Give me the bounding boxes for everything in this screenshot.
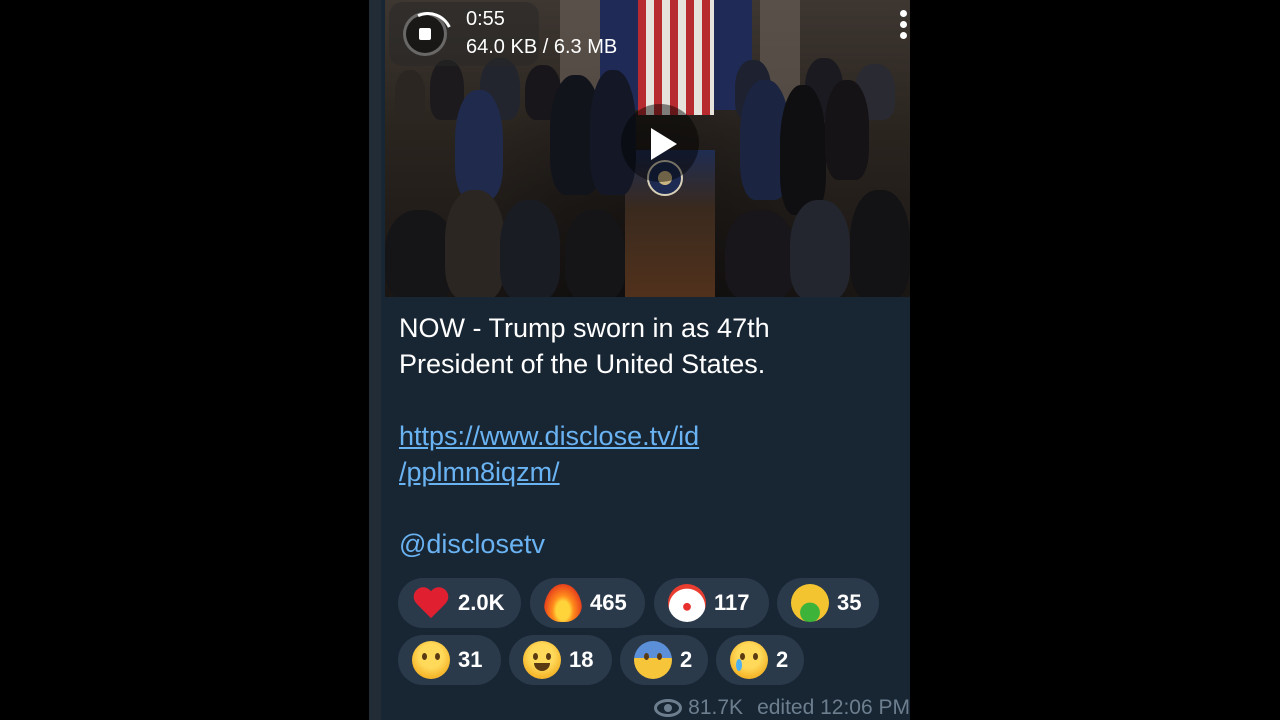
channel-mention[interactable]: @disclosetv [399, 526, 899, 562]
message-caption: NOW - Trump sworn in as 47th President o… [399, 310, 899, 562]
reaction-count: 117 [714, 590, 750, 615]
reaction-screaming[interactable]: 2 [620, 635, 708, 685]
message-meta: 81.7K edited 12:06 PM [654, 696, 910, 720]
article-link[interactable]: /pplmn8iqzm/ [399, 454, 899, 490]
reaction-fire[interactable]: 465 [530, 578, 645, 628]
fire-icon [544, 584, 582, 622]
stop-download-icon[interactable] [403, 12, 447, 56]
caption-text: NOW - Trump sworn in as 47th [399, 313, 770, 343]
message-bubble[interactable]: 0:55 64.0 KB / 6.3 MB NOW - Trump sworn … [381, 0, 910, 720]
chat-background-edge [369, 0, 381, 720]
more-vertical-icon[interactable] [900, 10, 910, 46]
heart-icon [412, 584, 450, 622]
reaction-grinning[interactable]: 18 [509, 635, 612, 685]
screaming-face-icon [634, 641, 672, 679]
reaction-count: 2 [680, 647, 693, 672]
phone-screen: 0:55 64.0 KB / 6.3 MB NOW - Trump sworn … [369, 0, 910, 720]
download-progress: 64.0 KB / 6.3 MB [466, 36, 618, 58]
eye-icon [654, 699, 683, 717]
article-link[interactable]: https://www.disclose.tv/id [399, 418, 899, 454]
video-crowd-front [385, 70, 910, 297]
reaction-count: 465 [590, 590, 627, 615]
play-icon[interactable] [621, 104, 699, 182]
reaction-thinking[interactable]: 31 [398, 635, 501, 685]
reaction-vomiting[interactable]: 35 [777, 578, 879, 628]
reaction-crying[interactable]: 2 [716, 635, 804, 685]
reaction-count: 35 [837, 590, 862, 615]
crying-face-icon [730, 641, 768, 679]
vomiting-face-icon [791, 584, 829, 622]
grinning-face-icon [523, 641, 561, 679]
edited-timestamp: edited 12:06 PM [757, 696, 910, 719]
reaction-count: 2.0K [458, 590, 505, 615]
clown-face-icon [668, 584, 706, 622]
reaction-heart[interactable]: 2.0K [398, 578, 521, 628]
caption-text: President of the United States. [399, 349, 766, 379]
reaction-count: 18 [569, 647, 594, 672]
reaction-count: 2 [776, 647, 789, 672]
video-player[interactable]: 0:55 64.0 KB / 6.3 MB [385, 0, 910, 297]
reaction-count: 31 [458, 647, 483, 672]
view-count: 81.7K [688, 696, 744, 719]
reaction-clown[interactable]: 117 [654, 578, 769, 628]
thinking-face-icon [412, 641, 450, 679]
video-duration: 0:55 [466, 8, 505, 30]
download-status: 0:55 64.0 KB / 6.3 MB [389, 2, 617, 66]
